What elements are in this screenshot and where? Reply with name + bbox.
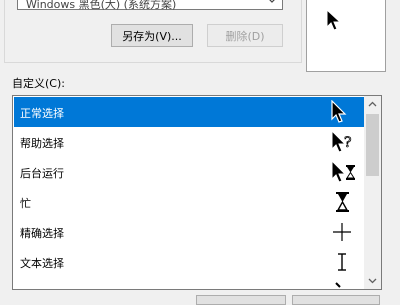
save-as-button[interactable]: 另存为(V)...	[111, 24, 193, 47]
list-item-normal-select[interactable]: 正常选择	[14, 97, 364, 127]
busy-hourglass-cursor-icon	[336, 192, 349, 212]
list-item-help-select[interactable]: 帮助选择 ?	[14, 127, 364, 157]
list-item-partial[interactable]	[14, 277, 364, 289]
working-in-background-cursor-icon	[331, 160, 355, 183]
custom-label: 自定义(C):	[12, 77, 65, 90]
list-item-label: 精确选择	[20, 227, 64, 240]
arrow-cursor-preview-icon	[326, 9, 342, 31]
list-item-label: 正常选择	[20, 107, 64, 120]
help-cursor-icon: ?	[331, 130, 352, 153]
text-ibeam-cursor-icon	[338, 253, 346, 271]
precision-crosshair-cursor-icon	[333, 223, 351, 241]
cursor-preview	[306, 0, 386, 72]
arrow-cursor-icon	[331, 100, 347, 123]
list-item-precision-select[interactable]: 精确选择	[14, 217, 364, 247]
delete-button[interactable]: 删除(D)	[207, 24, 283, 47]
list-item-label: 文本选择	[20, 257, 64, 270]
browse-button[interactable]	[292, 295, 380, 305]
use-default-button[interactable]	[196, 295, 286, 305]
scrollbar-thumb[interactable]	[366, 114, 379, 176]
scheme-group-box: Windows 黑色(大) (系统方案) 另存为(V)... 删除(D)	[4, 0, 302, 63]
chevron-down-icon	[269, 0, 275, 3]
svg-text:?: ?	[344, 135, 352, 151]
list-item-busy[interactable]: 忙	[14, 187, 364, 217]
partial-cursor-icon	[335, 282, 341, 288]
list-item-background-work[interactable]: 后台运行	[14, 157, 364, 187]
scroll-down-icon[interactable]	[364, 272, 381, 289]
list-item-label: 后台运行	[20, 167, 64, 180]
scroll-up-icon[interactable]	[364, 96, 381, 113]
scheme-dropdown[interactable]: Windows 黑色(大) (系统方案)	[17, 0, 283, 11]
list-item-label: 帮助选择	[20, 137, 64, 150]
scheme-dropdown-value: Windows 黑色(大) (系统方案)	[26, 0, 177, 11]
cursor-list[interactable]: 正常选择 帮助选择 ? 后台运行 忙 精确选择 文本选择	[12, 95, 382, 290]
list-scrollbar[interactable]	[364, 96, 381, 289]
list-item-text-select[interactable]: 文本选择	[14, 247, 364, 277]
list-item-label: 忙	[20, 197, 31, 210]
